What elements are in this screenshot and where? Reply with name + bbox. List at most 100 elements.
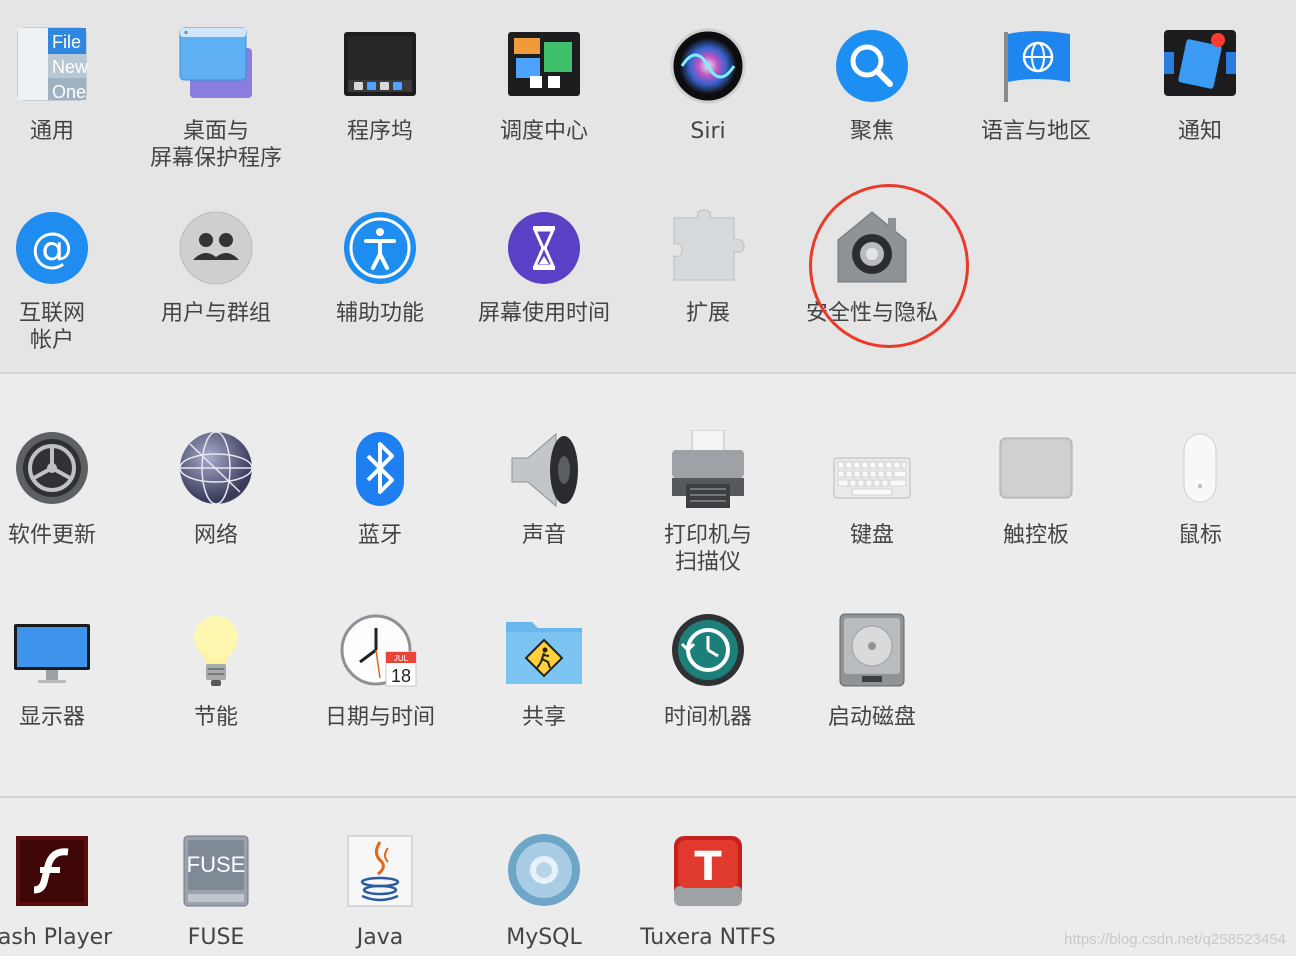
pane-screen-time[interactable]: 屏幕使用时间: [462, 208, 626, 358]
pane-software-update[interactable]: 软件更新: [0, 430, 134, 580]
spotlight-icon: [832, 26, 912, 106]
pane-mission-control[interactable]: 调度中心: [462, 26, 626, 176]
pane-label: 时间机器: [663, 705, 752, 730]
tuxera-icon-text: T: [694, 844, 722, 890]
pane-siri[interactable]: Siri: [626, 26, 790, 176]
accessibility-icon: [340, 208, 420, 288]
java-icon: [340, 832, 420, 912]
pane-label: Java: [356, 925, 404, 950]
pane-sharing[interactable]: 共享: [462, 612, 626, 762]
pane-network[interactable]: 网络: [134, 430, 298, 580]
pane-energy-saver[interactable]: 节能: [134, 612, 298, 762]
pane-label: 节能: [193, 705, 238, 730]
pane-label: 打印机与 扫描仪: [663, 523, 752, 575]
pane-language-region[interactable]: 语言与地区: [954, 26, 1118, 176]
time-machine-icon: [668, 612, 748, 692]
sharing-icon: [504, 612, 584, 692]
pane-label: FUSE: [187, 925, 245, 950]
pane-mouse[interactable]: 鼠标: [1118, 430, 1282, 580]
pane-users-groups[interactable]: 用户与群组: [134, 208, 298, 358]
desktop-screensaver-icon: [176, 26, 256, 106]
pane-label: 安全性与隐私: [805, 301, 938, 326]
pane-label: 启动磁盘: [827, 705, 916, 730]
startup-disk-icon: [832, 612, 912, 692]
pane-label: 共享: [521, 705, 566, 730]
trackpad-icon: [996, 430, 1076, 510]
general-icon: File New One: [12, 26, 92, 106]
general-icon-file-text: File: [52, 32, 81, 52]
mouse-icon: [1160, 430, 1240, 510]
dock-icon: [340, 26, 420, 106]
pane-label: 聚焦: [849, 119, 894, 144]
pane-label: 辅助功能: [335, 301, 424, 326]
pane-dock[interactable]: 程序坞: [298, 26, 462, 176]
pane-flash-player[interactable]: lash Player: [0, 832, 134, 956]
flash-player-icon: [12, 832, 92, 912]
siri-icon: [668, 26, 748, 106]
pane-general[interactable]: File New One 通用: [0, 26, 134, 176]
security-privacy-icon: [832, 208, 912, 288]
calendar-day-text: 18: [391, 666, 411, 686]
pane-printers-scanners[interactable]: 打印机与 扫描仪: [626, 430, 790, 580]
svg-text:@: @: [31, 223, 73, 272]
displays-icon: [12, 612, 92, 692]
mysql-icon: [504, 832, 584, 912]
pane-label: 调度中心: [499, 119, 588, 144]
pane-label: 用户与群组: [160, 301, 271, 326]
general-icon-one-text: One: [52, 82, 86, 102]
fuse-icon-text: FUSE: [187, 852, 246, 877]
fuse-icon: FUSE: [176, 832, 256, 912]
general-icon-new-text: New: [52, 57, 89, 77]
pane-internet-accounts[interactable]: @ 互联网 帐户: [0, 208, 134, 358]
pane-keyboard[interactable]: 键盘: [790, 430, 954, 580]
network-icon: [176, 430, 256, 510]
pane-accessibility[interactable]: 辅助功能: [298, 208, 462, 358]
pane-label: 语言与地区: [980, 119, 1091, 144]
pane-label: Tuxera NTFS: [640, 925, 776, 950]
calendar-month-text: JUL: [394, 654, 409, 663]
pane-label: 屏幕使用时间: [477, 301, 610, 326]
pane-label: 日期与时间: [324, 705, 435, 730]
pane-sound[interactable]: 声音: [462, 430, 626, 580]
internet-accounts-icon: @: [12, 208, 92, 288]
pane-trackpad[interactable]: 触控板: [954, 430, 1118, 580]
pane-extensions[interactable]: 扩展: [626, 208, 790, 358]
pane-time-machine[interactable]: 时间机器: [626, 612, 790, 762]
pane-label: 声音: [521, 523, 566, 548]
pane-label: 触控板: [1002, 523, 1069, 548]
watermark: https://blog.csdn.net/q258523454: [1064, 931, 1286, 948]
pane-label: 通知: [1177, 119, 1222, 144]
pane-java[interactable]: Java: [298, 832, 462, 956]
screen-time-icon: [504, 208, 584, 288]
tuxera-ntfs-icon: T: [668, 832, 748, 912]
bluetooth-icon: [340, 430, 420, 510]
keyboard-icon: [832, 430, 912, 510]
pane-fuse[interactable]: FUSE FUSE: [134, 832, 298, 956]
energy-saver-icon: [176, 612, 256, 692]
pane-label: 扩展: [685, 301, 730, 326]
pane-label: 鼠标: [1177, 523, 1222, 548]
language-region-icon: [996, 26, 1076, 106]
pane-label: 键盘: [849, 523, 894, 548]
pane-bluetooth[interactable]: 蓝牙: [298, 430, 462, 580]
pane-date-time[interactable]: JUL 18 日期与时间: [298, 612, 462, 762]
users-groups-icon: [176, 208, 256, 288]
printers-scanners-icon: [668, 430, 748, 510]
pane-label: 程序坞: [346, 119, 413, 144]
pane-desktop-screensaver[interactable]: 桌面与 屏幕保护程序: [134, 26, 298, 176]
pane-displays[interactable]: 显示器: [0, 612, 134, 762]
pane-startup-disk[interactable]: 启动磁盘: [790, 612, 954, 762]
pane-tuxera-ntfs[interactable]: T Tuxera NTFS: [626, 832, 790, 956]
pane-label: 蓝牙: [357, 523, 402, 548]
sound-icon: [504, 430, 584, 510]
pane-label: 网络: [193, 523, 238, 548]
notifications-icon: [1160, 26, 1240, 106]
pane-security-privacy[interactable]: 安全性与隐私: [790, 208, 954, 358]
pane-notifications[interactable]: 通知: [1118, 26, 1282, 176]
pane-label: 桌面与 屏幕保护程序: [149, 119, 282, 171]
pane-label: Siri: [690, 119, 726, 144]
mission-control-icon: [504, 26, 584, 106]
pane-mysql[interactable]: MySQL: [462, 832, 626, 956]
pane-spotlight[interactable]: 聚焦: [790, 26, 954, 176]
extensions-icon: [668, 208, 748, 288]
